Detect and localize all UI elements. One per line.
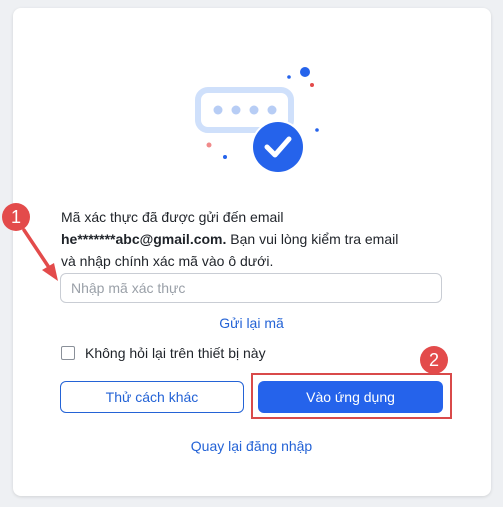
verification-message: Mã xác thực đã được gửi đến email he****… bbox=[61, 206, 461, 272]
message-line-2-rest: Bạn vui lòng kiểm tra email bbox=[226, 231, 399, 247]
message-line-3: và nhập chính xác mã vào ô dưới. bbox=[61, 253, 274, 269]
enter-app-highlight-box bbox=[251, 373, 452, 419]
back-to-login-link[interactable]: Quay lại đăng nhập bbox=[0, 438, 503, 454]
annotation-step-2: 2 bbox=[420, 346, 448, 374]
message-line-2: he*******abc@gmail.com. Bạn vui lòng kiể… bbox=[61, 228, 461, 250]
resend-code-link[interactable]: Gửi lại mã bbox=[0, 315, 503, 331]
remember-device-checkbox[interactable] bbox=[61, 346, 75, 360]
annotation-step-1: 1 bbox=[2, 203, 30, 231]
remember-device-option[interactable]: Không hỏi lại trên thiết bị này bbox=[61, 345, 266, 361]
otp-illustration bbox=[195, 67, 319, 174]
masked-email: he*******abc@gmail.com. bbox=[61, 231, 227, 247]
remember-device-label: Không hỏi lại trên thiết bị này bbox=[85, 345, 266, 361]
message-line-1: Mã xác thực đã được gửi đến email bbox=[61, 209, 284, 225]
try-other-method-button[interactable]: Thử cách khác bbox=[60, 381, 244, 413]
verification-code-input[interactable] bbox=[60, 273, 442, 303]
